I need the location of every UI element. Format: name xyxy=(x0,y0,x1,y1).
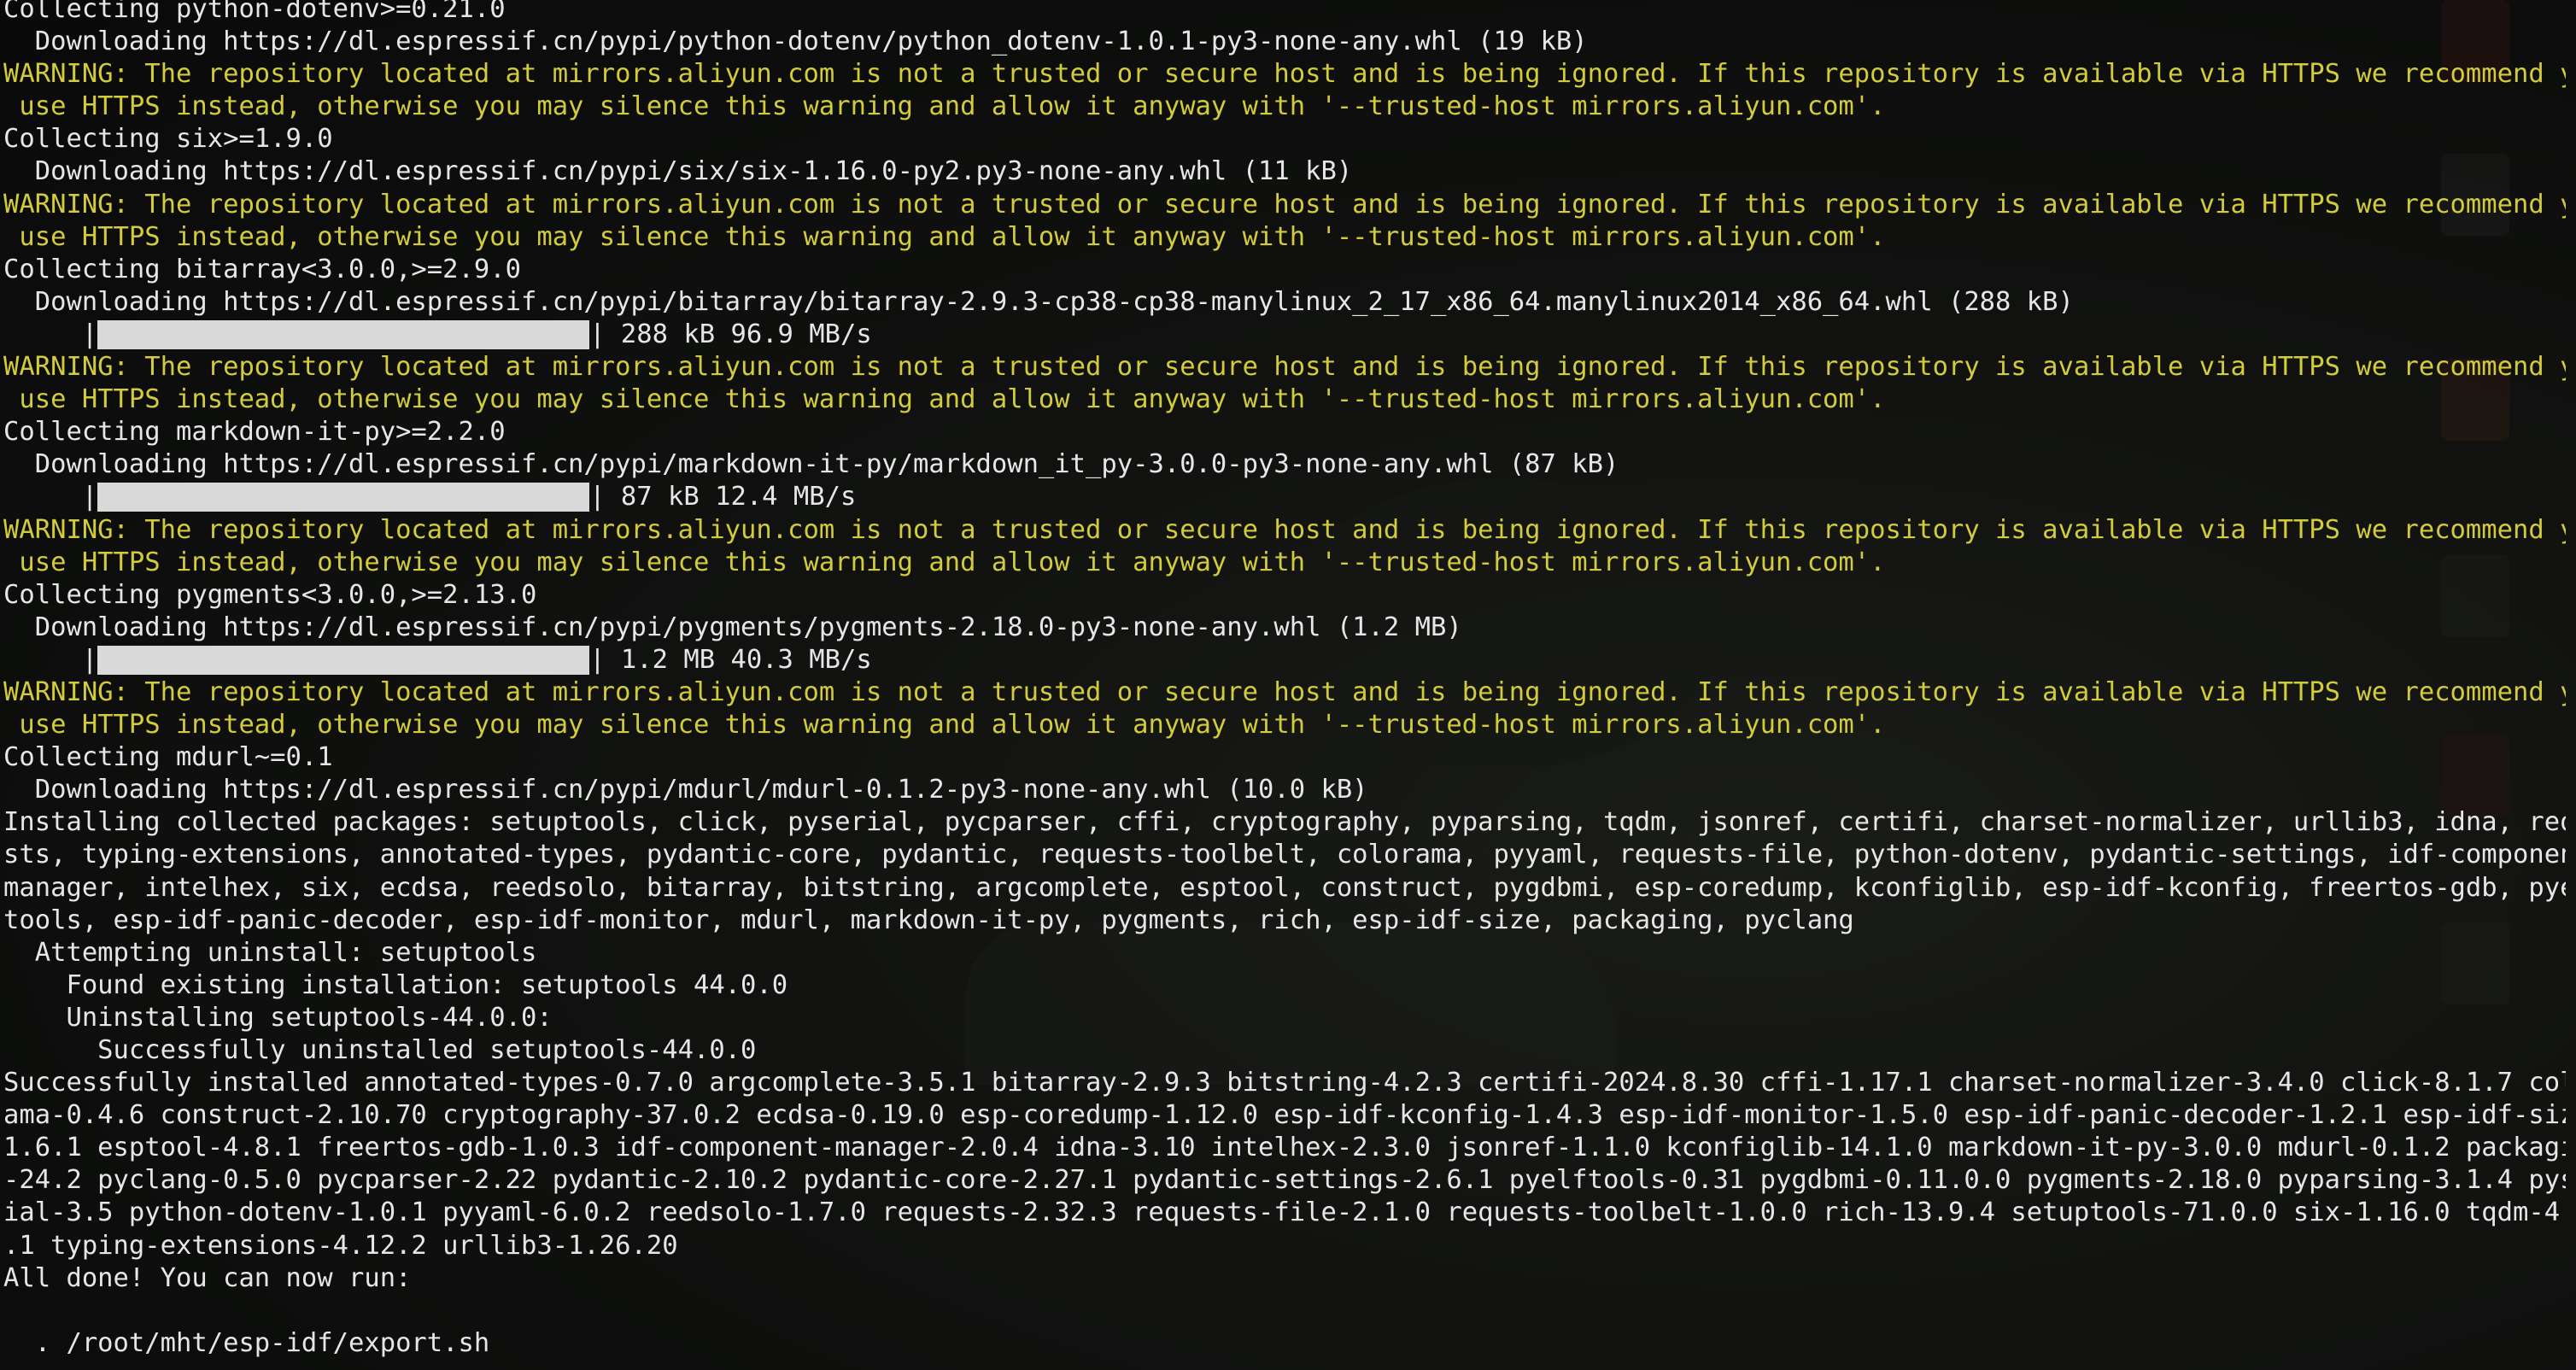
progress-bar xyxy=(97,483,590,512)
output-line: Downloading https://dl.espressif.cn/pypi… xyxy=(3,286,2074,317)
output-line: All done! You can now run: xyxy=(3,1262,412,1293)
warning-line: WARNING: The repository located at mirro… xyxy=(3,352,2566,383)
progress-bar-left-edge: | xyxy=(3,319,98,349)
output-line: Successfully uninstalled setuptools-44.0… xyxy=(3,1035,757,1065)
output-line: Collecting mdurl~=0.1 xyxy=(3,742,333,773)
progress-bar-right-edge: | xyxy=(589,482,621,512)
progress-stats: 1.2 MB 40.3 MB/s xyxy=(620,644,872,675)
output-line: . /root/mht/esp-idf/export.sh xyxy=(3,1327,490,1358)
output-line: Downloading https://dl.espressif.cn/pypi… xyxy=(3,156,1353,187)
output-line: Collecting six>=1.9.0 xyxy=(3,124,333,155)
warning-line: WARNING: The repository located at mirro… xyxy=(3,59,2566,90)
warning-line: use HTTPS instead, otherwise you may sil… xyxy=(3,221,1886,252)
progress-bar-fill xyxy=(97,645,590,675)
output-line: manager, intelhex, six, ecdsa, reedsolo,… xyxy=(3,872,2566,903)
output-line: Downloading https://dl.espressif.cn/pypi… xyxy=(3,449,1619,480)
output-line: Attempting uninstall: setuptools xyxy=(3,937,537,968)
warning-line: use HTTPS instead, otherwise you may sil… xyxy=(3,547,1886,577)
output-line: Collecting pygments<3.0.0,>=2.13.0 xyxy=(3,579,537,610)
output-line: ial-3.5 python-dotenv-1.0.1 pyyaml-6.0.2… xyxy=(3,1197,2566,1228)
warning-line: WARNING: The repository located at mirro… xyxy=(3,514,2566,545)
warning-line: use HTTPS instead, otherwise you may sil… xyxy=(3,384,1886,415)
warning-line: use HTTPS instead, otherwise you may sil… xyxy=(3,91,1886,122)
output-line: Found existing installation: setuptools … xyxy=(3,969,788,1000)
output-line: Collecting markdown-it-py>=2.2.0 xyxy=(3,417,506,448)
progress-bar-fill xyxy=(97,319,590,349)
output-line: Uninstalling setuptools-44.0.0: xyxy=(3,1002,553,1033)
output-line: Downloading https://dl.espressif.cn/pypi… xyxy=(3,26,1588,57)
output-line: sts, typing-extensions, annotated-types,… xyxy=(3,840,2566,870)
progress-bar xyxy=(97,319,590,349)
progress-bar-left-edge: | xyxy=(3,644,98,675)
output-line: tools, esp-idf-panic-decoder, esp-idf-mo… xyxy=(3,905,1854,935)
desktop-screen: Collecting python-dotenv>=0.21.0 Downloa… xyxy=(0,0,2576,1370)
output-line: Installing collected packages: setuptool… xyxy=(3,807,2566,838)
progress-bar-left-edge: | xyxy=(3,482,98,512)
progress-stats: 87 kB 12.4 MB/s xyxy=(620,482,857,512)
output-line: 1.6.1 esptool-4.8.1 freertos-gdb-1.0.3 i… xyxy=(3,1133,2566,1163)
output-line: Collecting bitarray<3.0.0,>=2.9.0 xyxy=(3,254,521,284)
output-line: ama-0.4.6 construct-2.10.70 cryptography… xyxy=(3,1100,2566,1131)
warning-line: use HTTPS instead, otherwise you may sil… xyxy=(3,710,1886,741)
download-progress-line: | | 1.2 MB 40.3 MB/s xyxy=(3,644,2566,676)
terminal-output[interactable]: Collecting python-dotenv>=0.21.0 Downloa… xyxy=(3,0,2566,1360)
output-line: Downloading https://dl.espressif.cn/pypi… xyxy=(3,775,1368,805)
download-progress-line: | | 87 kB 12.4 MB/s xyxy=(3,481,2566,513)
output-line: .1 typing-extensions-4.12.2 urllib3-1.26… xyxy=(3,1230,678,1261)
progress-bar xyxy=(97,645,590,675)
progress-bar-right-edge: | xyxy=(589,319,621,349)
output-line: Collecting python-dotenv>=0.21.0 xyxy=(3,0,506,24)
progress-bar-fill xyxy=(97,483,590,512)
progress-bar-right-edge: | xyxy=(589,644,621,675)
output-line: Successfully installed annotated-types-0… xyxy=(3,1068,2566,1098)
download-progress-line: | | 288 kB 96.9 MB/s xyxy=(3,319,2566,351)
output-line: Downloading https://dl.espressif.cn/pypi… xyxy=(3,612,1462,642)
warning-line: WARNING: The repository located at mirro… xyxy=(3,676,2566,707)
warning-line: WARNING: The repository located at mirro… xyxy=(3,189,2566,220)
progress-stats: 288 kB 96.9 MB/s xyxy=(620,319,872,349)
output-line: -24.2 pyclang-0.5.0 pycparser-2.22 pydan… xyxy=(3,1165,2566,1196)
